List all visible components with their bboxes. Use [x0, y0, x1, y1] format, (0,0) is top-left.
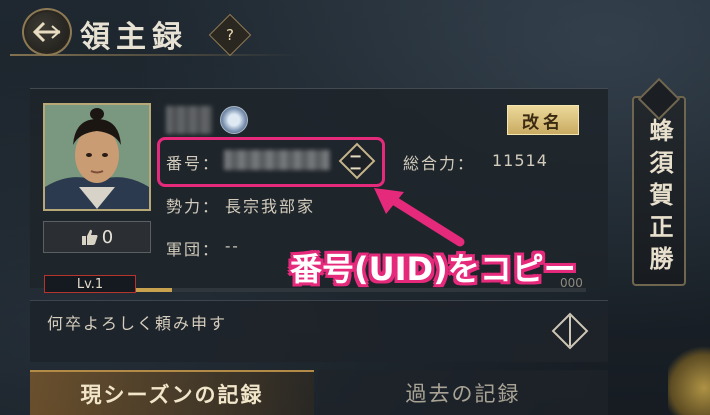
- total-power-value: 11514: [492, 151, 548, 170]
- player-name-redacted: [166, 106, 212, 134]
- help-icon: ?: [226, 26, 234, 44]
- like-button[interactable]: 0: [43, 221, 151, 253]
- decorative-ornament: [668, 340, 710, 415]
- like-count: 0: [101, 226, 114, 248]
- uid-value-redacted: [224, 150, 330, 170]
- tab-past-records[interactable]: 過去の記録: [318, 370, 608, 415]
- back-arrow-icon: [32, 21, 61, 43]
- crest-icon: [220, 106, 248, 134]
- corps-value: --: [225, 236, 240, 255]
- corps-label: 軍団：: [166, 240, 221, 259]
- uid-label: 番号：: [166, 154, 221, 173]
- level-progress-fill: [136, 288, 172, 292]
- header-divider: [10, 54, 300, 56]
- tab-current-season[interactable]: 現シーズンの記録: [30, 370, 314, 415]
- thumbs-up-icon: [81, 229, 98, 245]
- avatar[interactable]: [43, 103, 151, 211]
- back-button[interactable]: [22, 8, 72, 56]
- annotation-callout: 番号(UID)をコピー: [290, 250, 576, 288]
- force-value: 長宗我部家: [225, 197, 316, 216]
- motto-text: 何卒よろしく頼み申す: [47, 314, 228, 333]
- force-label: 勢力：: [166, 197, 221, 216]
- level-badge: Lv.1: [44, 275, 136, 293]
- total-power-label: 総合力：: [403, 154, 476, 173]
- page-title: 領主録: [80, 20, 188, 55]
- portrait-image: [45, 105, 149, 209]
- banner-name: 蜂須賀正勝: [645, 118, 674, 278]
- rename-button[interactable]: 改名: [507, 105, 579, 135]
